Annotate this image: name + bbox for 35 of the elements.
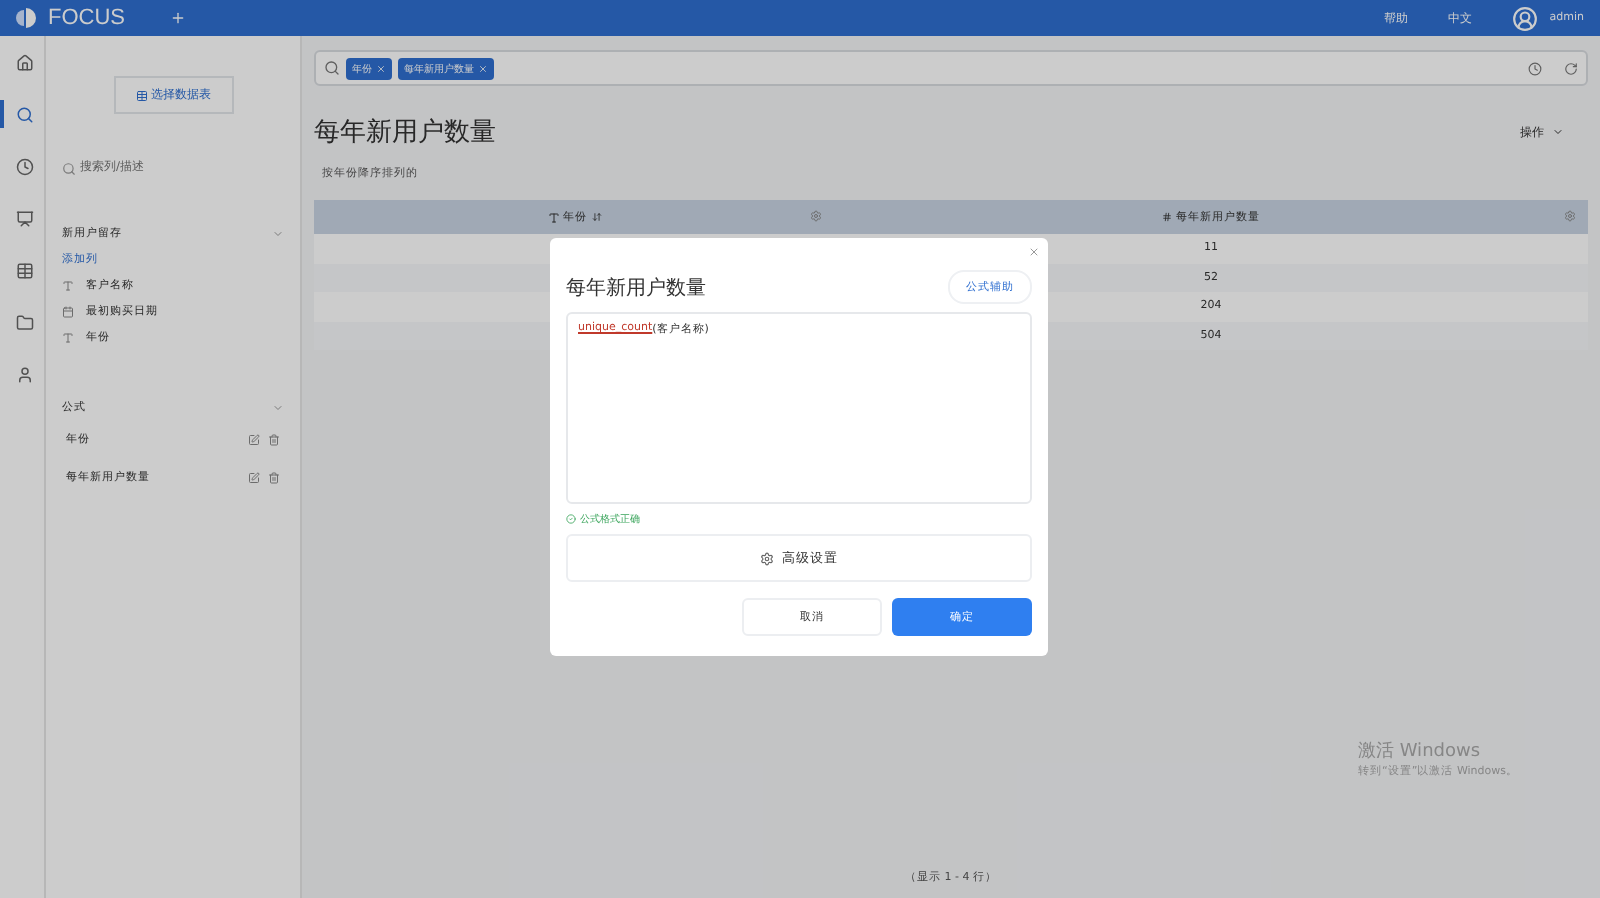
search-icon — [62, 161, 76, 175]
settings-icon — [760, 551, 774, 566]
table-icon — [135, 89, 147, 101]
refresh-icon[interactable] — [1564, 61, 1578, 75]
chevron-icon — [1552, 126, 1564, 138]
add-icon[interactable] — [169, 10, 185, 26]
settings-icon[interactable] — [1564, 210, 1576, 222]
logo-icon — [16, 8, 36, 28]
sort-icon[interactable] — [591, 212, 601, 222]
close-icon[interactable] — [1028, 246, 1040, 258]
table-icon — [15, 261, 33, 279]
dialog-title: 每年新用户数量 — [566, 275, 706, 301]
clock-icon[interactable] — [1528, 61, 1542, 75]
check-icon — [566, 514, 576, 525]
folder-icon — [15, 313, 33, 331]
edit-icon[interactable] — [248, 433, 260, 445]
activation-title: 激活 Windows — [1358, 739, 1483, 764]
text-type-icon — [547, 211, 559, 223]
edit-icon[interactable] — [248, 471, 260, 483]
text-type-icon — [62, 331, 74, 343]
delete-icon[interactable] — [268, 471, 280, 483]
text-type-icon — [62, 279, 74, 291]
calendar-icon — [62, 305, 74, 317]
app-logo: FOCUS — [48, 6, 125, 30]
clock-icon — [15, 157, 33, 175]
search-icon — [324, 60, 340, 76]
delete-icon[interactable] — [268, 433, 280, 445]
number-icon — [1162, 212, 1172, 222]
answer-title: 每年新用户数量 — [314, 116, 496, 150]
settings-icon[interactable] — [810, 210, 822, 222]
board-icon — [15, 209, 33, 227]
home-icon — [15, 53, 33, 71]
avatar-icon[interactable] — [1511, 5, 1538, 31]
user-icon — [15, 365, 33, 383]
search-icon — [15, 105, 33, 123]
